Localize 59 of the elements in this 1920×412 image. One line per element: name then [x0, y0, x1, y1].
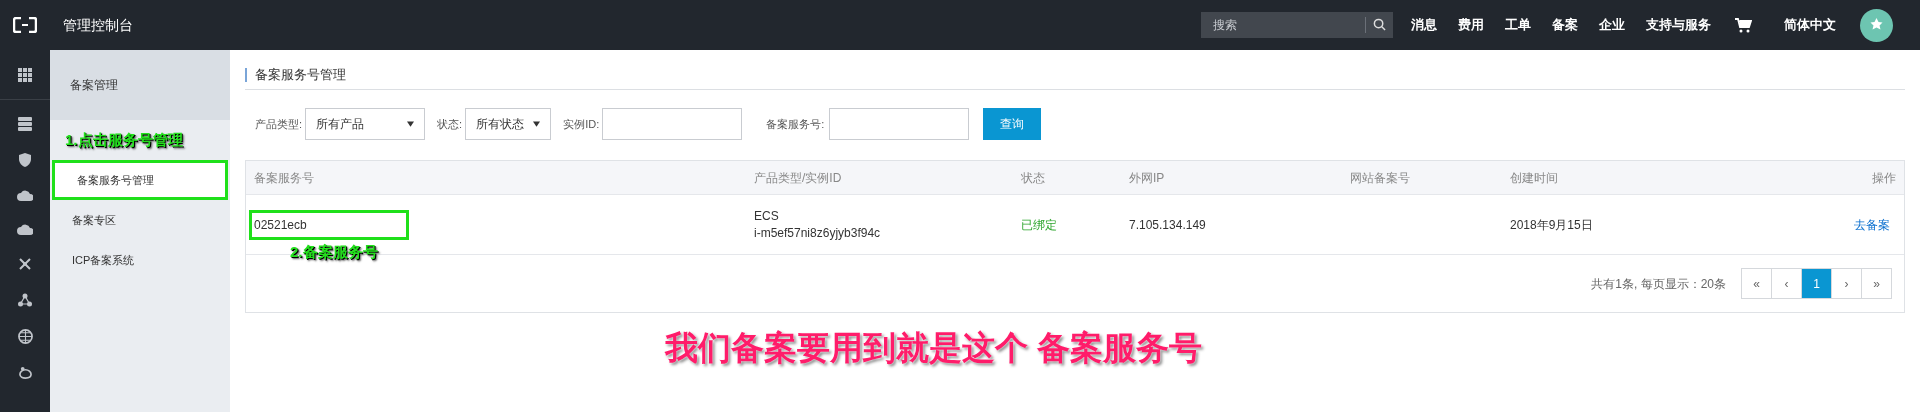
pagination-summary: 共有1条, 每页显示：20条: [1591, 275, 1726, 293]
input-field[interactable]: [602, 108, 743, 140]
ip-address: 7.105.134.149: [1129, 216, 1207, 234]
cloud-icon[interactable]: [17, 189, 33, 201]
shield-icon[interactable]: [18, 153, 32, 167]
caret-icon: [533, 121, 541, 127]
created-date: 2018年9月15日: [1510, 216, 1594, 234]
apps-grid-icon[interactable]: [18, 67, 32, 82]
cloud-upload-icon[interactable]: [17, 223, 33, 235]
page-button[interactable]: «: [1741, 268, 1772, 299]
column-header: 产品类型/实例ID: [754, 169, 843, 187]
page-title: 备案服务号管理: [255, 65, 346, 84]
sidebar-item[interactable]: 备案服务号管理: [52, 160, 228, 200]
filter-label: 产品类型:: [255, 116, 303, 132]
column-header: 备案服务号: [254, 169, 315, 187]
nodes-icon[interactable]: [18, 293, 32, 307]
column-header: 外网IP: [1129, 169, 1166, 187]
nav-link[interactable]: 企业: [1599, 15, 1625, 35]
page-button[interactable]: ‹: [1771, 268, 1802, 299]
nav-link[interactable]: 费用: [1458, 15, 1484, 35]
annotation-label: 2.备案服务号: [290, 242, 378, 262]
column-header: 操作: [1872, 169, 1896, 187]
status-text: 已绑定: [1021, 216, 1058, 234]
action-link[interactable]: 去备案: [1854, 215, 1890, 234]
column-header: 网站备案号: [1350, 169, 1411, 187]
sidebar-item[interactable]: 备案专区: [50, 200, 230, 240]
column-header: 创建时间: [1510, 169, 1559, 187]
nav-link[interactable]: 工单: [1505, 15, 1531, 35]
sidebar-title: 备案管理: [70, 77, 118, 94]
cart-icon[interactable]: [1735, 17, 1752, 33]
globe-icon[interactable]: [17, 329, 33, 344]
server-icon[interactable]: [18, 117, 32, 131]
language-link[interactable]: 简体中文: [1784, 15, 1836, 35]
search-field[interactable]: 搜索: [1201, 12, 1393, 38]
page-button[interactable]: ›: [1831, 268, 1862, 299]
input-field[interactable]: [829, 108, 970, 140]
logo-icon[interactable]: [13, 17, 37, 33]
service-number: 02521ecb: [249, 209, 409, 240]
nav-link[interactable]: 支持与服务: [1646, 15, 1711, 35]
product-type: ECS: [754, 207, 780, 225]
nav-link[interactable]: 备案: [1552, 15, 1578, 35]
sidebar-item[interactable]: ICP备案系统: [50, 240, 230, 280]
nav-link[interactable]: 消息: [1411, 15, 1437, 35]
dropdown[interactable]: 所有状态: [465, 108, 552, 140]
annotation-note: 我们备案要用到就是这个 备案服务号: [665, 328, 1203, 368]
dropdown[interactable]: 所有产品: [305, 108, 426, 140]
column-header: 状态: [1021, 169, 1046, 187]
caret-icon: [407, 121, 415, 127]
avatar-icon[interactable]: [1860, 8, 1893, 42]
page-button[interactable]: »: [1861, 268, 1892, 299]
network-icon[interactable]: [18, 257, 32, 271]
filter-label: 备案服务号:: [766, 116, 825, 132]
console-title[interactable]: 管理控制台: [63, 14, 133, 36]
bug-icon[interactable]: [17, 366, 33, 379]
instance-id: i-m5ef57ni8z6yjyb3f94c: [754, 224, 882, 242]
search-icon[interactable]: [1373, 18, 1386, 31]
filter-label: 状态:: [437, 116, 463, 132]
annotation-label: 1.点击服务号管理: [65, 129, 183, 150]
filter-label: 实例ID:: [563, 116, 600, 132]
